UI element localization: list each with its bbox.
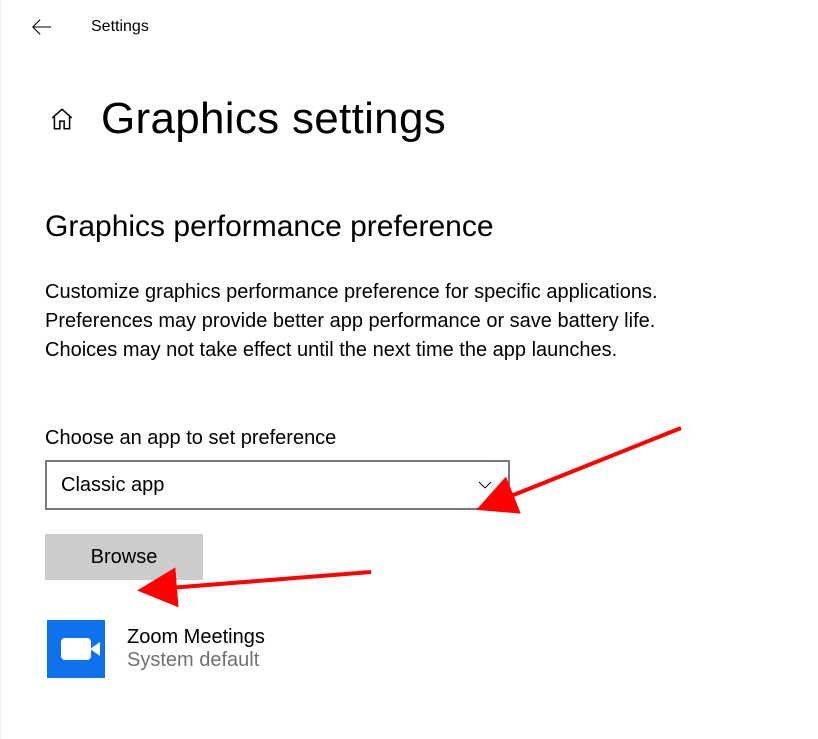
page-header: Graphics settings: [1, 50, 818, 144]
top-bar: Settings: [1, 0, 818, 50]
app-preference: System default: [127, 649, 265, 672]
zoom-app-icon: [47, 620, 105, 678]
choose-app-label: Choose an app to set preference: [45, 427, 717, 450]
home-icon[interactable]: [49, 106, 75, 132]
browse-button[interactable]: Browse: [45, 534, 203, 580]
settings-label: Settings: [91, 18, 149, 36]
content-area: Graphics performance preference Customiz…: [1, 144, 761, 678]
app-type-dropdown[interactable]: Classic app: [45, 460, 510, 510]
section-heading: Graphics performance preference: [45, 210, 717, 244]
back-button[interactable]: [31, 16, 53, 38]
app-list-item[interactable]: Zoom Meetings System default: [45, 620, 717, 678]
camera-icon: [61, 638, 91, 660]
page-title: Graphics settings: [101, 94, 446, 144]
arrow-left-icon: [31, 16, 53, 38]
dropdown-selected-value: Classic app: [61, 474, 164, 497]
app-text: Zoom Meetings System default: [127, 626, 265, 672]
app-name: Zoom Meetings: [127, 626, 265, 649]
chevron-down-icon: [476, 476, 494, 494]
section-description: Customize graphics performance preferenc…: [45, 278, 717, 365]
browse-button-label: Browse: [91, 546, 158, 569]
